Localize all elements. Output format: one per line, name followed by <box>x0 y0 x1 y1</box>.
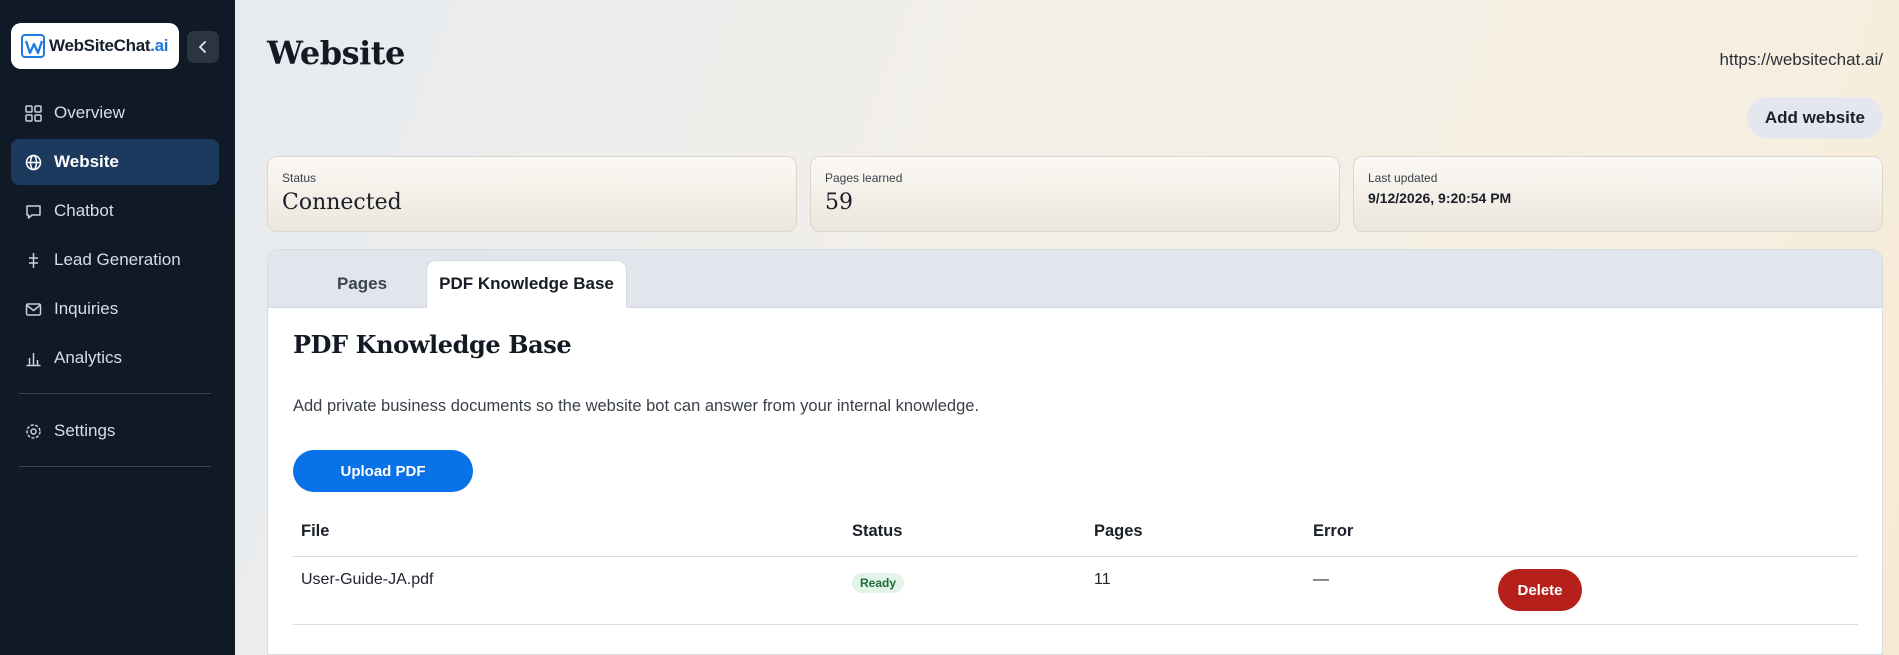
last-updated-card: Last updated 9/12/2026, 9:20:54 PM <box>1353 156 1883 232</box>
table-row: User-Guide-JA.pdf Ready 11 — Delete <box>293 557 1858 625</box>
mail-icon <box>24 300 42 318</box>
page-title: Website <box>267 34 405 72</box>
nav-divider <box>19 466 211 467</box>
status-label: Status <box>282 171 317 185</box>
sidebar-item-label: Settings <box>54 421 116 440</box>
sidebar-item-analytics[interactable]: Analytics <box>11 335 219 381</box>
logo-w-icon <box>21 34 45 58</box>
upload-pdf-button[interactable]: Upload PDF <box>293 450 473 492</box>
site-url-link[interactable]: https://websitechat.ai/ <box>1720 50 1883 70</box>
tab-pages[interactable]: Pages <box>292 260 432 308</box>
gear-icon <box>24 422 42 440</box>
brand-logo[interactable]: WebSiteChat.ai <box>11 23 179 69</box>
last-updated-value: 9/12/2026, 9:20:54 PM <box>1368 190 1512 206</box>
status-card: Status Connected <box>267 156 797 232</box>
sidebar-item-chatbot[interactable]: Chatbot <box>11 188 219 234</box>
sidebar-item-website[interactable]: Website <box>11 139 219 185</box>
knowledge-panel: Pages PDF Knowledge Base PDF Knowledge B… <box>267 249 1883 655</box>
status-badge: Ready <box>852 573 905 593</box>
grid-icon <box>24 104 42 122</box>
section-title: PDF Knowledge Base <box>293 330 572 359</box>
sidebar-item-settings[interactable]: Settings <box>11 408 219 454</box>
sidebar-item-label: Chatbot <box>54 201 114 220</box>
funnel-icon <box>24 251 42 269</box>
column-header-error: Error <box>1313 521 1354 540</box>
tab-bar: Pages PDF Knowledge Base <box>268 250 1882 308</box>
pdf-table: File Status Pages Error User-Guide-JA.pd… <box>293 506 1858 625</box>
pages-learned-card: Pages learned 59 <box>810 156 1340 232</box>
globe-icon <box>24 153 42 171</box>
column-header-status: Status <box>852 521 903 540</box>
actions-cell: Delete <box>1498 557 1858 611</box>
status-cell: Ready <box>844 557 1086 593</box>
file-name-cell: User-Guide-JA.pdf <box>301 571 434 588</box>
sidebar-item-label: Inquiries <box>54 299 119 318</box>
tab-pdf-knowledge-base[interactable]: PDF Knowledge Base <box>426 260 627 308</box>
chevron-left-icon <box>199 41 206 53</box>
section-description: Add private business documents so the we… <box>293 397 980 415</box>
nav-divider <box>19 393 211 394</box>
stats-row: Status Connected Pages learned 59 Last u… <box>267 156 1883 232</box>
collapse-sidebar-button[interactable] <box>187 31 219 63</box>
status-value: Connected <box>282 190 402 215</box>
sidebar-item-inquiries[interactable]: Inquiries <box>11 286 219 332</box>
pages-learned-value: 59 <box>825 190 853 215</box>
table-header: File Status Pages Error <box>293 506 1858 557</box>
pdf-section: PDF Knowledge Base Add private business … <box>293 308 1858 625</box>
sidebar-item-label: Analytics <box>54 348 123 367</box>
chat-bubble-icon <box>24 202 42 220</box>
main-content: Website https://websitechat.ai/ Add webs… <box>235 0 1899 655</box>
sidebar-item-label: Overview <box>54 103 125 122</box>
column-header-pages: Pages <box>1094 521 1143 540</box>
column-header-file: File <box>301 521 330 540</box>
sidebar-item-lead-generation[interactable]: Lead Generation <box>11 237 219 283</box>
delete-button[interactable]: Delete <box>1498 569 1582 611</box>
add-website-button[interactable]: Add website <box>1746 97 1883 139</box>
brand-name: WebSiteChat.ai <box>49 36 169 55</box>
pages-cell: 11 <box>1094 571 1111 588</box>
sidebar-item-overview[interactable]: Overview <box>11 90 219 136</box>
sidebar-nav: Overview Website Chatbot Lead Generation… <box>11 90 219 481</box>
last-updated-label: Last updated <box>1368 171 1438 185</box>
pages-learned-label: Pages learned <box>825 171 903 185</box>
sidebar-item-label: Lead Generation <box>54 250 181 269</box>
bar-chart-icon <box>24 349 42 367</box>
sidebar-item-label: Website <box>54 152 119 171</box>
sidebar: WebSiteChat.ai Overview Website Chatbot <box>0 0 235 655</box>
error-cell: — <box>1313 571 1329 588</box>
